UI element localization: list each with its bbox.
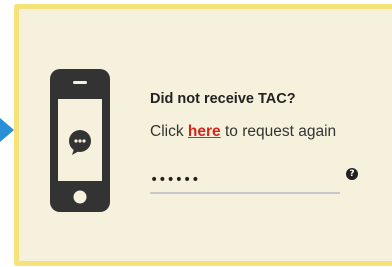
tac-input[interactable]: [150, 168, 340, 194]
request-tac-link[interactable]: here: [188, 123, 221, 140]
request-prefix: Click: [150, 123, 184, 140]
tac-help-text: Did not receive TAC? Click here to reque…: [150, 90, 380, 142]
arrow-right-icon: [0, 118, 14, 142]
tac-heading: Did not receive TAC?: [150, 91, 296, 107]
question-circle-icon[interactable]: ?: [346, 168, 358, 180]
smartphone-chat-icon: [50, 69, 110, 212]
request-suffix: to request again: [224, 123, 337, 140]
request-again-text: Click here to request again: [150, 122, 380, 142]
